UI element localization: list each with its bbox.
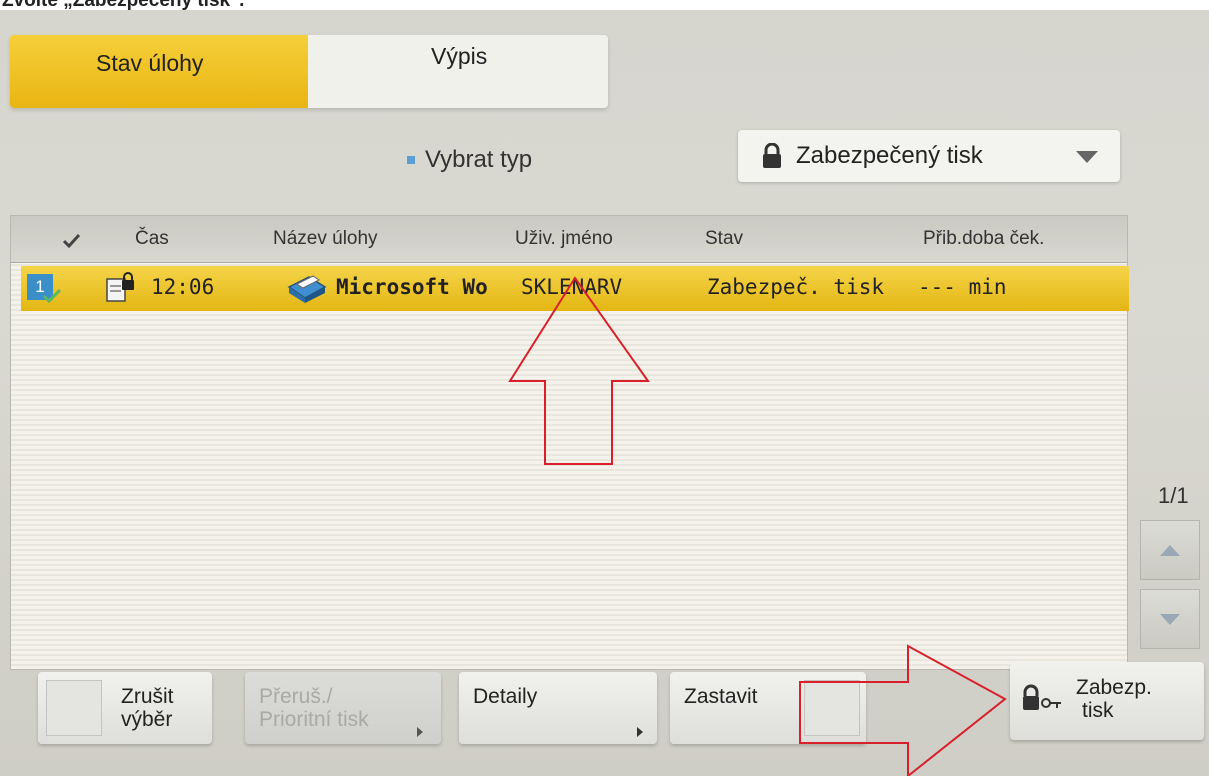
checkmark-icon (43, 288, 61, 304)
arrow-up-icon (1160, 544, 1180, 556)
secure-print-label-2: tisk (1082, 699, 1114, 722)
lock-icon (763, 143, 781, 168)
row-status: Zabezpeč. tisk (707, 275, 885, 299)
page-indicator: 1/1 (1158, 483, 1189, 508)
printer-icon (287, 275, 327, 303)
tab-log-label: Výpis (431, 43, 488, 69)
scroll-up-button[interactable] (1140, 520, 1200, 580)
row-user-name: SKLENARV (521, 275, 623, 299)
interrupt-label-2: Prioritní tisk (259, 708, 369, 731)
type-select-dropdown[interactable]: Zabezpečený tisk (738, 130, 1120, 182)
scroll-down-button[interactable] (1140, 589, 1200, 649)
row-time: 12:06 (151, 275, 215, 299)
row-wait-time: --- min (918, 275, 1007, 299)
checkbox-icon (804, 680, 860, 736)
table-header: Čas Název úlohy Uživ. jméno Stav Přib.do… (11, 216, 1127, 263)
job-table: Čas Název úlohy Uživ. jméno Stav Přib.do… (10, 215, 1129, 670)
key-lock-icon (1023, 684, 1061, 710)
column-wait-time: Přib.doba ček. (923, 228, 1045, 249)
column-status: Stav (705, 228, 744, 249)
tab-log[interactable]: Výpis (308, 35, 608, 108)
table-row[interactable]: 1 12:06 Microsoft Wo SKLENARV Zabezpeč. … (21, 266, 1129, 311)
clear-selection-button[interactable]: Zrušit výběr (38, 672, 212, 744)
details-button[interactable]: Detaily (459, 672, 657, 744)
stop-button[interactable]: Zastavit (670, 672, 866, 744)
clear-selection-label-1: Zrušit (121, 685, 174, 708)
tab-job-status-label: Stav úlohy (96, 50, 204, 76)
tab-job-status[interactable]: Stav úlohy (10, 35, 308, 108)
column-time: Čas (135, 228, 169, 249)
bullet-icon (407, 156, 415, 164)
checkbox-icon (46, 680, 102, 736)
column-job-name: Název úlohy (273, 228, 378, 249)
clear-selection-label-2: výběr (121, 708, 173, 731)
chevron-down-icon (1076, 151, 1098, 163)
stop-label: Zastavit (684, 685, 758, 708)
arrow-down-icon (1160, 613, 1180, 625)
checkmark-icon (63, 234, 80, 248)
caption-text: Zvolte „Zabezpečený tisk". (0, 0, 1209, 10)
interrupt-priority-print-button[interactable]: Přeruš./ Prioritní tisk (245, 672, 441, 744)
filter-label: Vybrat typ (407, 146, 532, 174)
tab-bar: Stav úlohy Výpis (10, 35, 608, 108)
interrupt-label-1: Přeruš./ (259, 685, 333, 708)
play-icon (637, 727, 643, 737)
details-label: Detaily (473, 685, 538, 708)
secure-print-label-1: Zabezp. (1076, 676, 1152, 699)
play-icon (417, 727, 423, 737)
filter-label-text: Vybrat typ (425, 146, 533, 173)
type-select-value: Zabezpečený tisk (796, 142, 983, 169)
row-job-name: Microsoft Wo (336, 275, 488, 299)
secure-print-button[interactable]: Zabezp. tisk (1010, 662, 1204, 740)
column-user-name: Uživ. jméno (515, 228, 613, 249)
printer-panel: Stav úlohy Výpis Vybrat typ Zabezpečený … (0, 10, 1209, 776)
locked-document-icon (106, 272, 134, 302)
